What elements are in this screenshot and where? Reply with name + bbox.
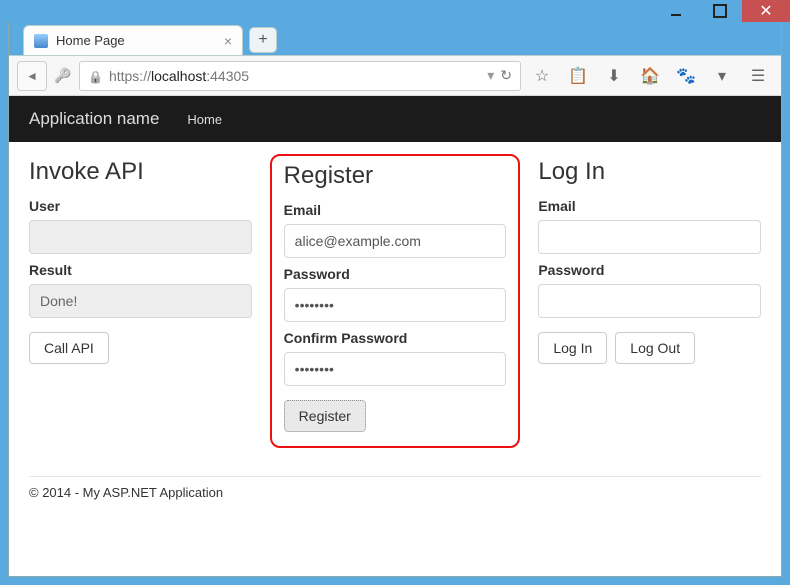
invoke-api-section: Invoke API User Result Call API xyxy=(29,158,252,448)
clipboard-icon[interactable]: 📋 xyxy=(563,61,593,91)
login-section: Log In Email Password Log In Log Out xyxy=(538,158,761,448)
tab-close-icon[interactable]: × xyxy=(224,33,232,49)
page-content: Application name Home Invoke API User Re… xyxy=(9,96,781,576)
tab-strip: Home Page × + xyxy=(9,22,781,56)
url-text: https://localhost:44305 xyxy=(109,68,481,84)
back-button[interactable] xyxy=(17,61,47,91)
register-button[interactable]: Register xyxy=(284,400,366,432)
addon-dropdown-icon[interactable]: ▾ xyxy=(707,61,737,91)
call-api-button[interactable]: Call API xyxy=(29,332,109,364)
register-confirm-input[interactable] xyxy=(284,352,507,386)
address-bar[interactable]: https://localhost:44305 ▾ xyxy=(79,61,521,91)
lock-icon xyxy=(88,68,103,84)
register-confirm-label: Confirm Password xyxy=(284,330,507,346)
page-body: Invoke API User Result Call API Register… xyxy=(9,142,781,516)
window-maximize-button[interactable] xyxy=(698,0,742,22)
login-email-label: Email xyxy=(538,198,761,214)
reload-icon[interactable] xyxy=(500,67,512,84)
bookmark-star-icon[interactable]: ☆ xyxy=(527,61,557,91)
app-brand[interactable]: Application name xyxy=(29,109,159,129)
tab-title: Home Page xyxy=(56,33,125,48)
footer-divider xyxy=(29,476,761,477)
invoke-heading: Invoke API xyxy=(29,158,252,186)
logout-button[interactable]: Log Out xyxy=(615,332,695,364)
window-minimize-button[interactable] xyxy=(654,0,698,22)
login-email-input[interactable] xyxy=(538,220,761,254)
footer-text: © 2014 - My ASP.NET Application xyxy=(29,485,761,506)
identity-key-icon[interactable] xyxy=(53,66,73,86)
browser-toolbar: https://localhost:44305 ▾ ☆ 📋 ⬇ 🏠 🐾 ▾ ☰ xyxy=(9,56,781,96)
register-section: Register Email Password Confirm Password… xyxy=(270,154,521,448)
login-password-label: Password xyxy=(538,262,761,278)
new-tab-button[interactable]: + xyxy=(249,27,277,53)
login-button[interactable]: Log In xyxy=(538,332,607,364)
addon-icon[interactable]: 🐾 xyxy=(671,61,701,91)
register-heading: Register xyxy=(284,162,507,190)
login-heading: Log In xyxy=(538,158,761,186)
app-navbar: Application name Home xyxy=(9,96,781,142)
register-email-input[interactable] xyxy=(284,224,507,258)
favicon-icon xyxy=(34,34,48,48)
url-scheme: https:// xyxy=(109,68,151,84)
browser-window: Home Page × + https://localhost:44305 ▾ … xyxy=(0,0,790,585)
window-close-button[interactable] xyxy=(742,0,790,22)
nav-home-link[interactable]: Home xyxy=(187,112,222,127)
invoke-user-input[interactable] xyxy=(29,220,252,254)
downloads-icon[interactable]: ⬇ xyxy=(599,61,629,91)
invoke-user-label: User xyxy=(29,198,252,214)
invoke-result-label: Result xyxy=(29,262,252,278)
invoke-result-input[interactable] xyxy=(29,284,252,318)
register-password-label: Password xyxy=(284,266,507,282)
url-host: localhost xyxy=(151,68,206,84)
home-icon[interactable]: 🏠 xyxy=(635,61,665,91)
history-dropdown-icon[interactable]: ▾ xyxy=(487,67,494,84)
browser-frame: Home Page × + https://localhost:44305 ▾ … xyxy=(8,22,782,577)
menu-icon[interactable]: ☰ xyxy=(743,61,773,91)
register-password-input[interactable] xyxy=(284,288,507,322)
browser-tab[interactable]: Home Page × xyxy=(23,25,243,55)
register-email-label: Email xyxy=(284,202,507,218)
login-password-input[interactable] xyxy=(538,284,761,318)
url-port: :44305 xyxy=(206,68,249,84)
